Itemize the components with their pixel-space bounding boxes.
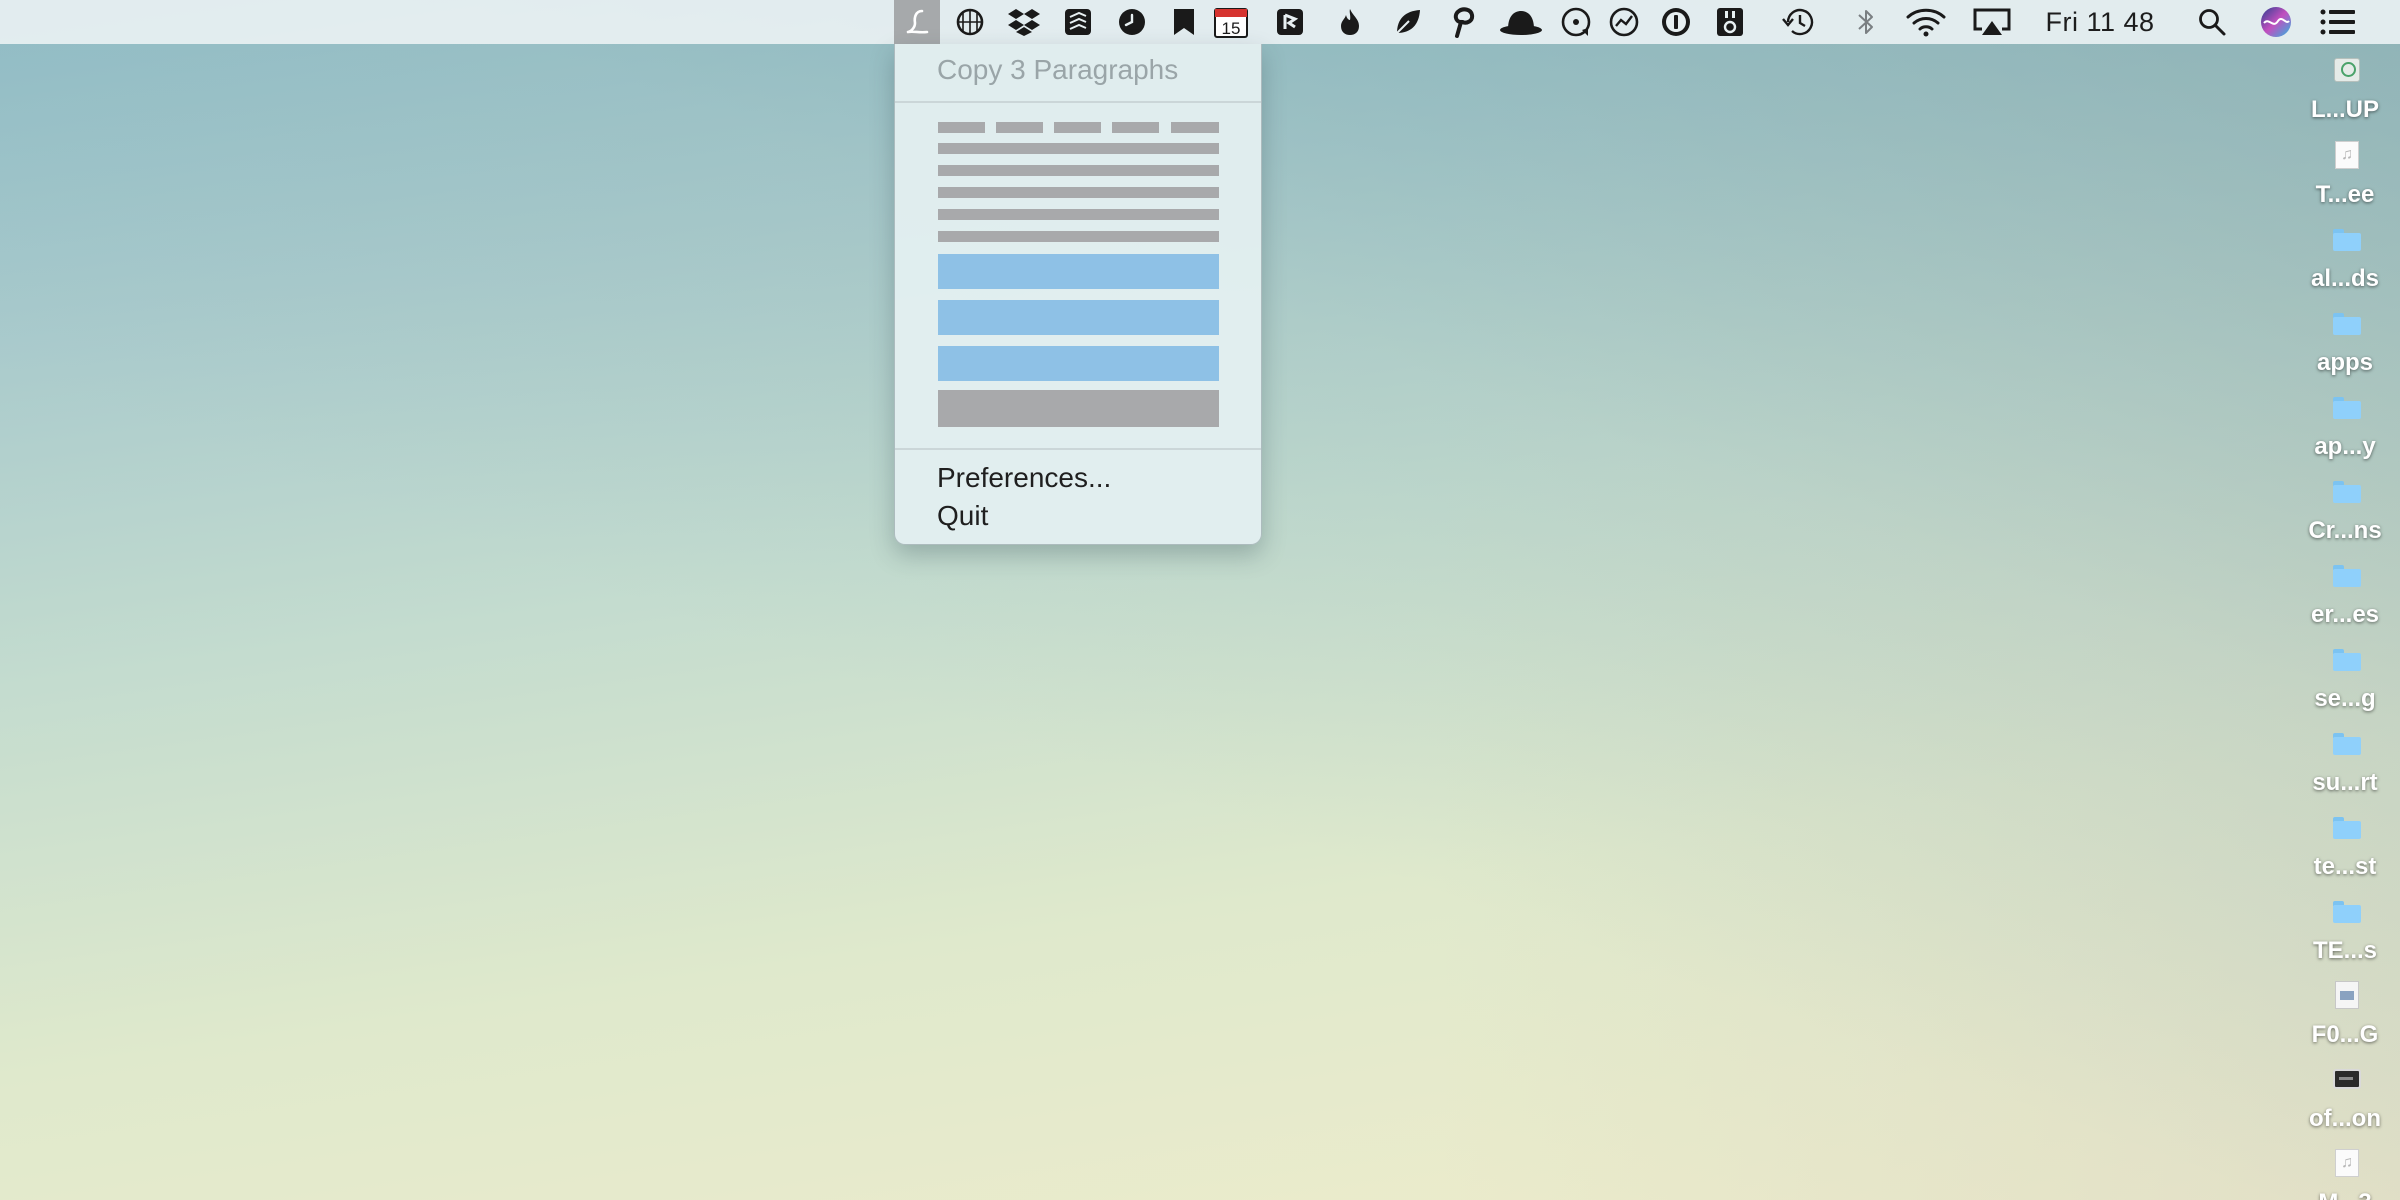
preferences-menu-item[interactable]: Preferences...: [937, 462, 1111, 494]
folder-icon: [2333, 733, 2361, 755]
gauge-icon[interactable]: [1604, 0, 1644, 44]
parachute-icon[interactable]: [1444, 0, 1484, 44]
selected-paragraph: [938, 346, 1219, 381]
desktop-item-label: of...on: [2309, 1105, 2381, 1132]
desktop-item[interactable]: er...es: [2300, 561, 2390, 645]
desktop-item[interactable]: se...g: [2300, 645, 2390, 729]
unselected-paragraph: [938, 390, 1219, 427]
selected-paragraph: [938, 254, 1219, 289]
desktop-item-label: F0...G: [2311, 1021, 2379, 1048]
desktop-item[interactable]: al...ds: [2300, 225, 2390, 309]
folder-icon: [2333, 397, 2361, 419]
siri-icon[interactable]: [2256, 0, 2296, 44]
desktop-item[interactable]: ap...y: [2300, 393, 2390, 477]
desktop-item-label: M...3: [2300, 1189, 2390, 1200]
desktop-item[interactable]: Cr...ns: [2300, 477, 2390, 561]
preview-segment: [938, 122, 985, 133]
desktop-item[interactable]: apps: [2300, 309, 2390, 393]
leaf-icon[interactable]: [1388, 0, 1428, 44]
menu-separator: [895, 448, 1261, 450]
preview-line: [938, 165, 1219, 176]
selected-paragraph: [938, 300, 1219, 335]
quit-menu-item[interactable]: Quit: [937, 500, 988, 532]
music-file-icon: ♫: [2335, 1149, 2359, 1177]
preview-segment: [1112, 122, 1159, 133]
folder-icon: [2333, 565, 2361, 587]
lorem-dropdown-menu: Copy 3 Paragraphs Preferences... Quit: [894, 44, 1262, 545]
usb-device-icon[interactable]: [1710, 0, 1750, 44]
desktop-item[interactable]: te...st: [2300, 813, 2390, 897]
desktop-item[interactable]: F0...G: [2300, 981, 2390, 1065]
folder-icon: [2333, 313, 2361, 335]
terminal-file-icon: [2333, 1069, 2361, 1089]
folder-icon: [2333, 481, 2361, 503]
desktop-item[interactable]: L...UP: [2300, 56, 2390, 140]
bookmark-icon[interactable]: [1164, 0, 1204, 44]
desktop-item-label: TE...s: [2312, 937, 2378, 964]
calendar-icon[interactable]: 15: [1210, 0, 1252, 44]
desktop-item-label: su...rt: [2312, 769, 2378, 796]
globe-icon[interactable]: [950, 0, 990, 44]
desktop-item-label: T...ee: [2315, 181, 2375, 208]
spotlight-icon[interactable]: [2192, 0, 2232, 44]
preview-segment: [996, 122, 1043, 133]
bluetooth-icon[interactable]: [1846, 0, 1886, 44]
cd-icon[interactable]: [1556, 0, 1596, 44]
menu-separator: [895, 101, 1261, 103]
desktop-item-label: ap...y: [2314, 433, 2376, 460]
desktop-item[interactable]: su...rt: [2300, 729, 2390, 813]
calendar-day-number: 15: [1222, 19, 1241, 38]
desktop-item[interactable]: ♫ T...ee: [2300, 141, 2390, 225]
wifi-icon[interactable]: [1900, 0, 1952, 44]
clock-icon[interactable]: [1112, 0, 1152, 44]
lorem-app-icon[interactable]: [894, 0, 940, 44]
music-file-icon: ♫: [2335, 141, 2359, 169]
folder-icon: [2333, 817, 2361, 839]
time-machine-icon[interactable]: [1776, 0, 1822, 44]
todoist-icon[interactable]: [1058, 0, 1098, 44]
desktop-item[interactable]: of...on: [2300, 1065, 2390, 1149]
1password-icon[interactable]: [1656, 0, 1696, 44]
preview-line: [938, 187, 1219, 198]
menubar-clock[interactable]: Fri 11 48: [2038, 0, 2162, 44]
desktop-item-label: er...es: [2310, 601, 2380, 628]
bowler-hat-icon[interactable]: [1498, 0, 1544, 44]
disk-icon: [2334, 58, 2360, 82]
desktop-item-label: te...st: [2313, 853, 2377, 880]
desktop-item-label: L...UP: [2310, 96, 2379, 123]
desktop-item-label: se...g: [2314, 685, 2376, 712]
preview-line: [938, 231, 1219, 242]
cardhop-icon[interactable]: [1270, 0, 1310, 44]
menu-bar: 15 Fri 11 48: [0, 0, 2400, 44]
notification-center-icon[interactable]: [2316, 0, 2360, 44]
copy-paragraphs-header: Copy 3 Paragraphs: [937, 54, 1179, 85]
preview-line: [938, 143, 1219, 154]
image-file-icon: [2335, 981, 2359, 1009]
preview-line: [938, 209, 1219, 220]
desktop-item-label: Cr...ns: [2308, 517, 2382, 544]
desktop-item-label: al...ds: [2310, 265, 2380, 292]
folder-icon: [2333, 901, 2361, 923]
airplay-icon[interactable]: [1966, 0, 2018, 44]
preview-segment: [1054, 122, 1101, 133]
preview-segment: [1171, 122, 1219, 133]
folder-icon: [2333, 649, 2361, 671]
desktop-item[interactable]: TE...s: [2300, 897, 2390, 981]
folder-icon: [2333, 229, 2361, 251]
desktop-item[interactable]: ♫ M...3: [2300, 1149, 2390, 1200]
desktop-item-label: apps: [2316, 349, 2373, 376]
flame-icon[interactable]: [1330, 0, 1370, 44]
dropbox-icon[interactable]: [1004, 0, 1044, 44]
